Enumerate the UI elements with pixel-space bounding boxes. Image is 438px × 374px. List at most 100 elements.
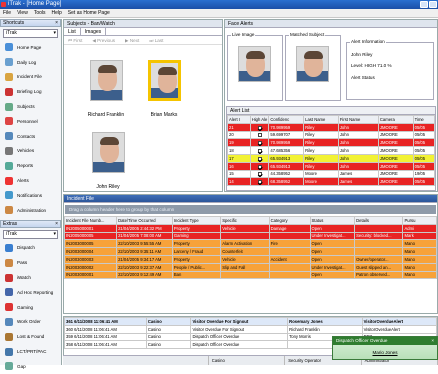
column-header[interactable]: Status	[309, 216, 356, 225]
shortcuts-header[interactable]: Shortcuts ×	[0, 19, 61, 27]
table-row[interactable]: 17 65.934913 Riley John JMOORE 05/05	[227, 153, 436, 163]
feed-row[interactable]: 360 6/11/2008 11:06:41 AM Casino Visitor O…	[64, 324, 438, 334]
sidebar-item-reports[interactable]: Reports	[0, 158, 61, 173]
high-alert-checkbox[interactable]	[257, 172, 262, 177]
table-row[interactable]: 21 70.989959 Riley John JMOORE 05/05	[227, 122, 436, 132]
menu-set-as-home-page[interactable]: Set as Home Page	[68, 9, 110, 17]
table-row[interactable]: 19 70.989959 Riley John JMOORE 05/05	[227, 138, 436, 148]
table-row[interactable]: 15 44.358952 Moore James JMOORE 19/05	[227, 169, 436, 179]
close-icon[interactable]: ×	[55, 20, 58, 27]
sidebar-item-notifications[interactable]: Notifications	[0, 188, 61, 203]
sidebar-item-personnel[interactable]: Personnel	[0, 114, 61, 129]
subjects-navigation: ⏮ First ◀ Previous ▶ Next ⏭ Last	[64, 36, 222, 45]
sidebar-item-subjects[interactable]: Subjects	[0, 99, 61, 114]
column-header[interactable]: Last Name	[303, 115, 339, 124]
close-icon[interactable]: ×	[55, 221, 58, 228]
high-alert-checkbox[interactable]	[257, 164, 262, 169]
table-row[interactable]: 14 68.358952 Moore James JMOORE 05/05	[227, 177, 436, 187]
table-row[interactable]: IN2003000003 21/04/2005 9:34:17 AM Propert…	[63, 254, 437, 264]
table-row[interactable]: 18 47.685356 Riley John JMOORE 05/05	[227, 146, 436, 155]
subject-photo-selected[interactable]	[148, 60, 181, 101]
status-cell: Casino	[209, 356, 286, 365]
column-header[interactable]: Incident Type	[171, 216, 222, 225]
table-cell: Riley	[303, 146, 339, 155]
column-header[interactable]: Time	[412, 115, 436, 124]
sidebar-item-home-page[interactable]: Home Page	[0, 40, 61, 55]
sidebar-item-gap[interactable]: Gap	[0, 359, 61, 374]
column-header[interactable]: Alert I	[227, 115, 251, 124]
table-cell: Casino	[145, 324, 192, 334]
high-alert-checkbox[interactable]	[257, 156, 262, 161]
column-header[interactable]: Confidenc	[268, 115, 305, 124]
next-button[interactable]: ▶ Next	[125, 36, 139, 44]
sidebar-item-gaming[interactable]: Gaming	[0, 300, 61, 315]
sidebar: Shortcuts × iTrak ▾ Home Page Daily Log Inci…	[0, 19, 62, 371]
subject-photo[interactable]	[92, 132, 125, 173]
tab-list[interactable]: List	[64, 28, 81, 35]
table-cell: Under Investigat...	[309, 262, 356, 272]
high-alert-checkbox[interactable]	[257, 125, 262, 130]
menu-file[interactable]: File	[3, 9, 11, 17]
high-alert-checkbox[interactable]	[257, 148, 262, 153]
menu-tools[interactable]: Tools	[34, 9, 46, 17]
personnel-icon	[5, 117, 13, 126]
sidebar-item-alerts[interactable]: Alerts	[0, 173, 61, 188]
extras-group-select[interactable]: iTrak ▾	[3, 229, 58, 239]
sidebar-item-iwatch[interactable]: iWatch	[0, 270, 61, 285]
sidebar-item-daily-log[interactable]: Daily Log	[0, 55, 61, 70]
sidebar-item-label: Pass	[17, 260, 28, 266]
notification-toast[interactable]: Dispatch Officer Overdue × Mario Jones	[332, 336, 438, 360]
high-alert-checkbox[interactable]	[257, 141, 262, 146]
high-alert-checkbox[interactable]	[257, 133, 262, 138]
menu-view[interactable]: View	[17, 9, 28, 17]
subject-photo[interactable]	[90, 60, 123, 101]
notifications-icon	[5, 191, 13, 200]
table-row[interactable]: IN2003000002 22/10/2003 9:22:37 AM People …	[63, 262, 437, 272]
shortcut-group-select[interactable]: iTrak ▾	[3, 29, 58, 38]
maximize-button[interactable]	[429, 1, 437, 8]
sidebar-item-pass[interactable]: Pass	[0, 255, 61, 270]
tab-images[interactable]: Images	[80, 28, 107, 35]
close-icon[interactable]: ×	[431, 337, 434, 345]
menu-help[interactable]: Help	[52, 9, 62, 17]
sidebar-item-administration[interactable]: Administration	[0, 203, 61, 218]
table-row[interactable]: IN2005000005 21/04/2005 7:08:00 AM Gaming U…	[63, 231, 437, 241]
sidebar-item-work-order[interactable]: Work Order	[0, 315, 61, 330]
table-row[interactable]: IN2003000005 22/10/2003 9:55:55 AM Propert…	[63, 239, 437, 249]
sidebar-item-lct-prt-pac[interactable]: LCT/PRT/PAC	[0, 344, 61, 359]
table-row[interactable]: 20 59.699707 Riley John JMOORE 05/05	[227, 130, 436, 140]
table-row[interactable]: IN2005000001 21/04/2005 2:44:32 PM Propert…	[63, 223, 437, 233]
title-bar: iTrak - [Home Page]	[0, 0, 438, 9]
group-by-hint[interactable]: Drag a column header here to group by th…	[65, 205, 436, 214]
column-header[interactable]: Date/Time Occurred	[116, 216, 173, 225]
column-header[interactable]: Camera	[377, 115, 414, 124]
table-cell: 19	[227, 138, 251, 148]
table-cell: 21/04/2005 9:34:17 AM	[116, 254, 173, 264]
extras-header[interactable]: Extras ×	[0, 219, 61, 228]
column-header[interactable]: First Name	[337, 115, 379, 124]
column-header[interactable]: Details	[354, 216, 404, 225]
sidebar-item-ad-hoc-reporting[interactable]: Ad Hoc Reporting	[0, 285, 61, 300]
feed-row[interactable]: 361 6/11/2008 11:06:41 AM Casino Visitor O…	[64, 317, 438, 326]
column-header[interactable]: Incident File Numb...	[63, 216, 118, 225]
table-row[interactable]: 16 65.934913 Riley John JMOORE 05/05	[227, 161, 436, 171]
previous-button[interactable]: ◀ Previous	[92, 36, 115, 44]
sidebar-item-briefing-log[interactable]: Briefing Log	[0, 84, 61, 99]
column-header[interactable]: Pursu	[402, 216, 437, 225]
sidebar-item-dispatch[interactable]: Dispatch	[0, 241, 61, 256]
minimize-button[interactable]	[420, 1, 428, 8]
table-row[interactable]: IN2003000004 22/10/2003 9:35:11 AM Larceny…	[63, 247, 437, 256]
column-header[interactable]: Specific	[220, 216, 270, 225]
sidebar-item-contacts[interactable]: Contacts	[0, 129, 61, 144]
last-button[interactable]: ⏭ Last	[149, 36, 163, 44]
sidebar-item-vehicles[interactable]: Vehicles	[0, 144, 61, 159]
column-header[interactable]: High Ale	[249, 115, 270, 124]
first-button[interactable]: ⏮ First	[68, 36, 82, 44]
toast-link[interactable]: Mario Jones	[333, 345, 437, 355]
table-row[interactable]: IN2003000001 22/10/2003 9:12:49 AM Ban Open…	[63, 270, 437, 280]
table-cell: Mano	[402, 247, 437, 256]
sidebar-item-incident-file[interactable]: Incident File	[0, 70, 61, 85]
sidebar-item-lost-found[interactable]: Lost & Found	[0, 329, 61, 344]
high-alert-checkbox[interactable]	[257, 180, 262, 185]
column-header[interactable]: Category	[268, 216, 311, 225]
